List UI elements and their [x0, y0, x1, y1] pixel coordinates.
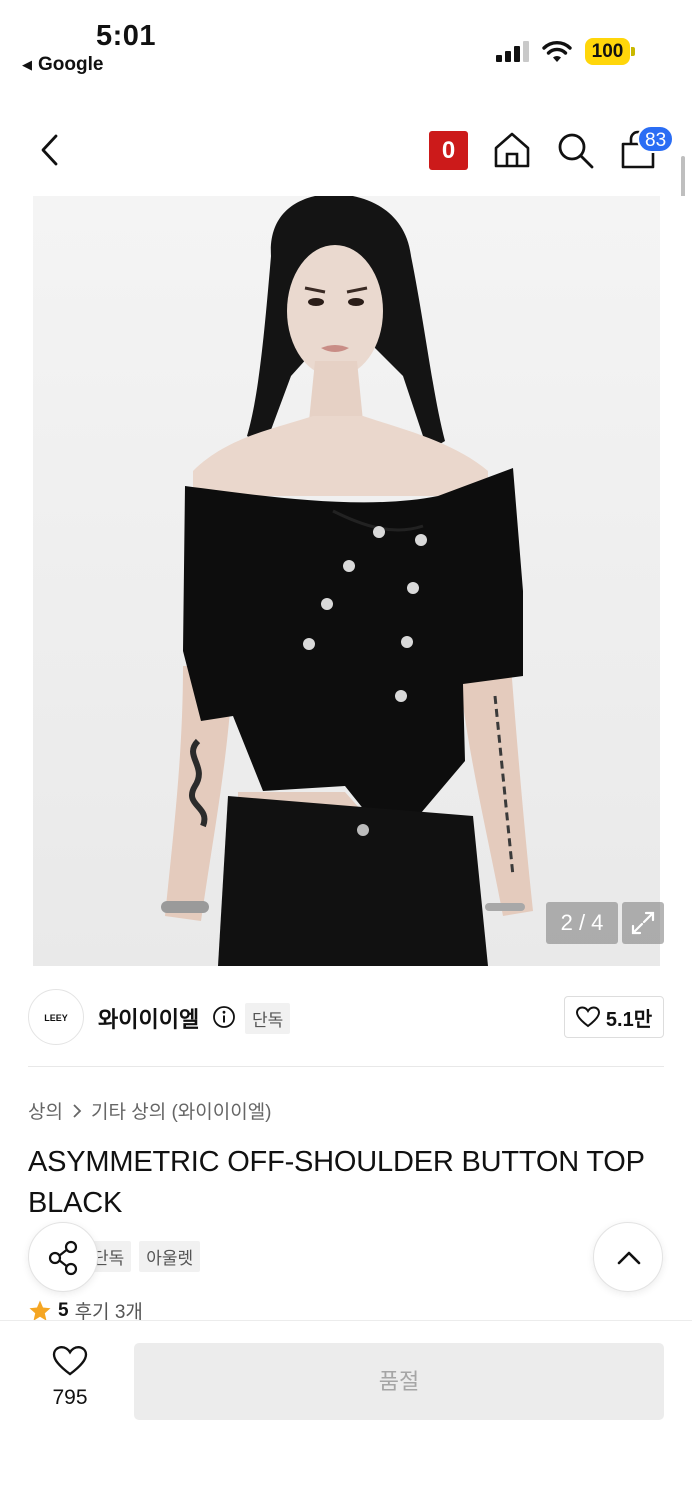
- wishlist-button[interactable]: 795: [30, 1345, 110, 1410]
- product-gallery[interactable]: 2 / 4: [0, 196, 692, 966]
- heart-icon: [52, 1346, 88, 1376]
- exclusive-tag: 단독: [245, 1003, 291, 1034]
- top-nav: 0 83: [0, 110, 692, 190]
- breadcrumb-subcategory[interactable]: 기타 상의 (와이이이엘): [91, 1097, 272, 1124]
- chevron-up-icon: [617, 1251, 641, 1265]
- brand-name[interactable]: 와이이이엘: [98, 1002, 199, 1034]
- sold-out-button[interactable]: 품절: [134, 1343, 664, 1420]
- brand-like-button[interactable]: 5.1만: [564, 996, 664, 1038]
- product-photo[interactable]: [33, 196, 660, 966]
- product-title: ASYMMETRIC OFF-SHOULDER BUTTON TOP BLACK: [28, 1146, 645, 1219]
- brand-like-count: 5.1만: [605, 1008, 653, 1031]
- bottom-action-bar: 795 품절: [0, 1320, 692, 1500]
- product-tags: 단독 아울렛: [86, 1241, 201, 1272]
- wishlist-count: 795: [52, 1386, 88, 1409]
- tag-outlet: 아울렛: [139, 1241, 201, 1272]
- info-icon[interactable]: [212, 1005, 236, 1029]
- brand-logo[interactable]: LEEY: [28, 989, 84, 1045]
- expand-icon[interactable]: [622, 902, 664, 944]
- wifi-icon: [542, 41, 572, 62]
- back-app-label: Google: [38, 54, 104, 75]
- share-icon: [48, 1240, 78, 1276]
- signal-icon: [496, 40, 529, 62]
- home-icon[interactable]: [492, 130, 532, 170]
- battery-icon: 100: [585, 38, 635, 65]
- chevron-right-icon: [73, 1103, 82, 1118]
- divider: [28, 1066, 664, 1067]
- breadcrumb-category[interactable]: 상의: [28, 1097, 63, 1124]
- brand-badge-icon[interactable]: 0: [429, 131, 468, 170]
- battery-level: 100: [585, 38, 630, 65]
- back-arrow-icon[interactable]: [30, 130, 70, 170]
- heart-icon: [575, 1006, 600, 1028]
- brand-row: LEEY 와이이이엘 단독 5.1만: [0, 986, 692, 1050]
- scroll-top-button[interactable]: [593, 1222, 663, 1292]
- star-icon: [29, 1300, 51, 1321]
- image-counter: 2 / 4: [546, 902, 618, 944]
- share-button[interactable]: [28, 1222, 98, 1292]
- back-to-app[interactable]: ◀ Google: [22, 54, 103, 76]
- back-triangle-icon: ◀: [22, 57, 32, 72]
- breadcrumb: 상의 기타 상의 (와이이이엘): [28, 1097, 272, 1124]
- rating-score: 5: [58, 1299, 69, 1321]
- search-icon[interactable]: [555, 130, 595, 170]
- clock: 5:01: [96, 20, 157, 52]
- status-bar: 5:01 ◀ Google 100: [0, 0, 692, 90]
- cart-count-badge: 83: [637, 125, 675, 153]
